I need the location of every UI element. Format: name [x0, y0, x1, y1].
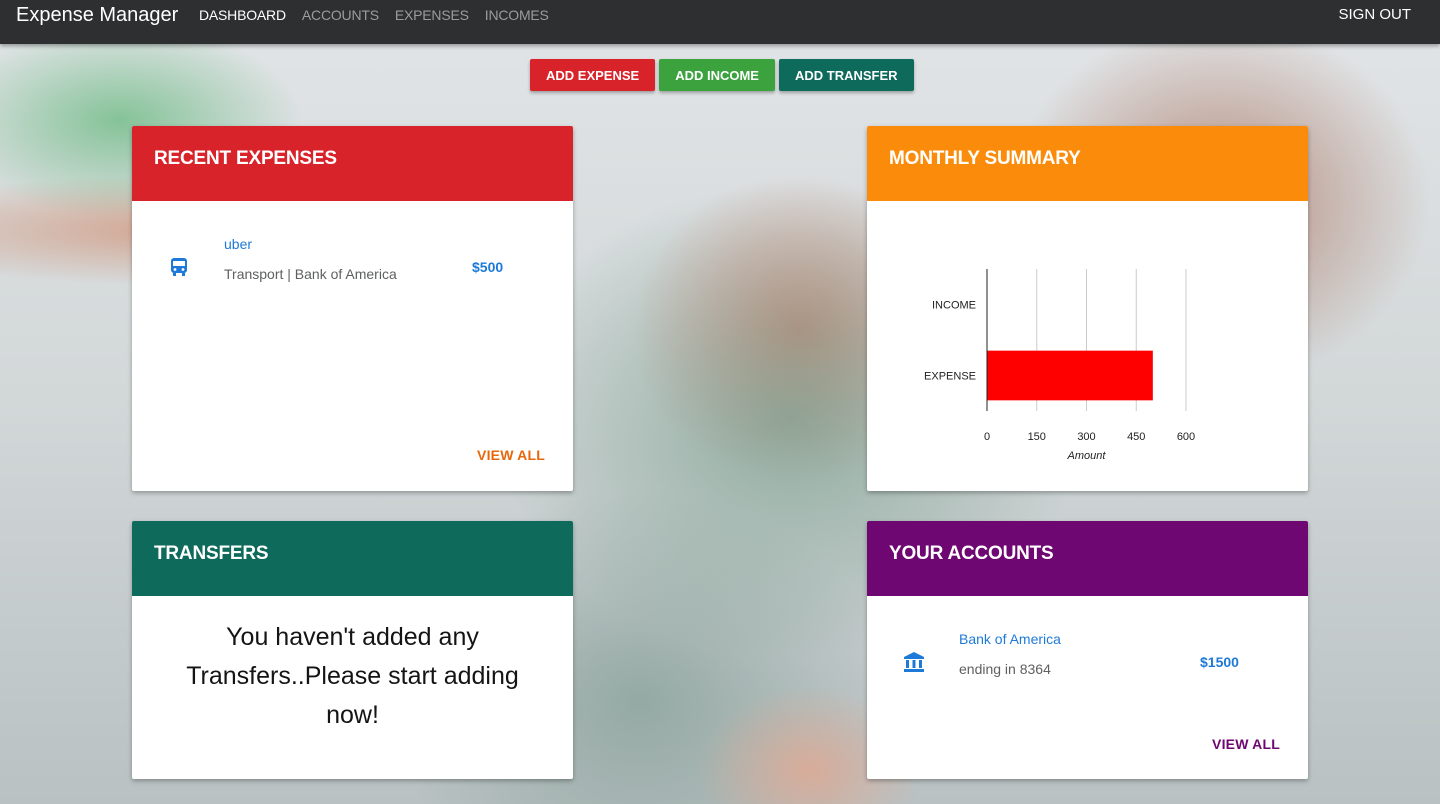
- nav-links: DASHBOARD ACCOUNTS EXPENSES INCOMES: [199, 7, 565, 23]
- app-brand[interactable]: Expense Manager: [16, 4, 178, 27]
- expense-amount: $500: [472, 259, 504, 275]
- add-transfer-button[interactable]: ADD TRANSFER: [778, 59, 914, 91]
- monthly-summary-title: MONTHLY SUMMARY: [867, 126, 1308, 201]
- monthly-summary-chart: 0 150 300 450 600 INCOME EXPENSE Amount: [924, 269, 1195, 462]
- add-expense-button[interactable]: ADD EXPENSE: [530, 59, 656, 91]
- accounts-title: YOUR ACCOUNTS: [867, 521, 1308, 596]
- nav-accounts[interactable]: ACCOUNTS: [302, 7, 379, 23]
- chart-axis-title: Amount: [1067, 450, 1107, 462]
- expenses-view-all-link[interactable]: VIEW ALL: [477, 447, 545, 463]
- chart-category-label: EXPENSE: [924, 371, 976, 383]
- chart-tick-label: 600: [1177, 431, 1195, 443]
- chart-tick-label: 0: [984, 431, 990, 443]
- chart-tick-label: 150: [1028, 431, 1046, 443]
- expense-subtitle: Transport | Bank of America: [224, 266, 397, 282]
- nav-incomes[interactable]: INCOMES: [485, 7, 549, 23]
- transfers-card: TRANSFERS You haven't added any Transfer…: [132, 521, 573, 779]
- nav-expenses[interactable]: EXPENSES: [395, 7, 469, 23]
- chart-category-label: INCOME: [932, 300, 976, 312]
- add-income-button[interactable]: ADD INCOME: [659, 59, 775, 91]
- expense-title[interactable]: uber: [224, 236, 252, 252]
- accounts-view-all-link[interactable]: VIEW ALL: [1212, 736, 1280, 752]
- chart-tick-label: 450: [1127, 431, 1145, 443]
- chart-bar: [987, 350, 1153, 401]
- action-bar: ADD EXPENSE ADD INCOME ADD TRANSFER: [530, 59, 914, 91]
- recent-expenses-title: RECENT EXPENSES: [132, 126, 573, 201]
- transfers-title: TRANSFERS: [132, 521, 573, 596]
- account-title[interactable]: Bank of America: [959, 631, 1061, 647]
- accounts-card: YOUR ACCOUNTS Bank of America ending in …: [867, 521, 1308, 779]
- chart-tick-label: 300: [1077, 431, 1095, 443]
- transfers-empty-message: You haven't added any Transfers..Please …: [186, 623, 519, 729]
- bank-icon: [903, 651, 924, 672]
- monthly-summary-card: MONTHLY SUMMARY 0 150 300 450 600 INCOME EXPEN…: [867, 126, 1308, 491]
- account-list-item[interactable]: Bank of America ending in 8364 $1500: [867, 596, 1308, 696]
- sign-out-link[interactable]: SIGN OUT: [1338, 6, 1411, 23]
- recent-expenses-card: RECENT EXPENSES uber Transport | Bank of…: [132, 126, 573, 491]
- expense-list-item[interactable]: uber Transport | Bank of America $500: [132, 201, 573, 301]
- bus-icon: [170, 257, 190, 277]
- nav-dashboard[interactable]: DASHBOARD: [199, 7, 286, 23]
- account-balance: $1500: [1200, 654, 1239, 670]
- top-navbar: Expense Manager DASHBOARD ACCOUNTS EXPEN…: [0, 0, 1440, 44]
- account-subtitle: ending in 8364: [959, 661, 1051, 677]
